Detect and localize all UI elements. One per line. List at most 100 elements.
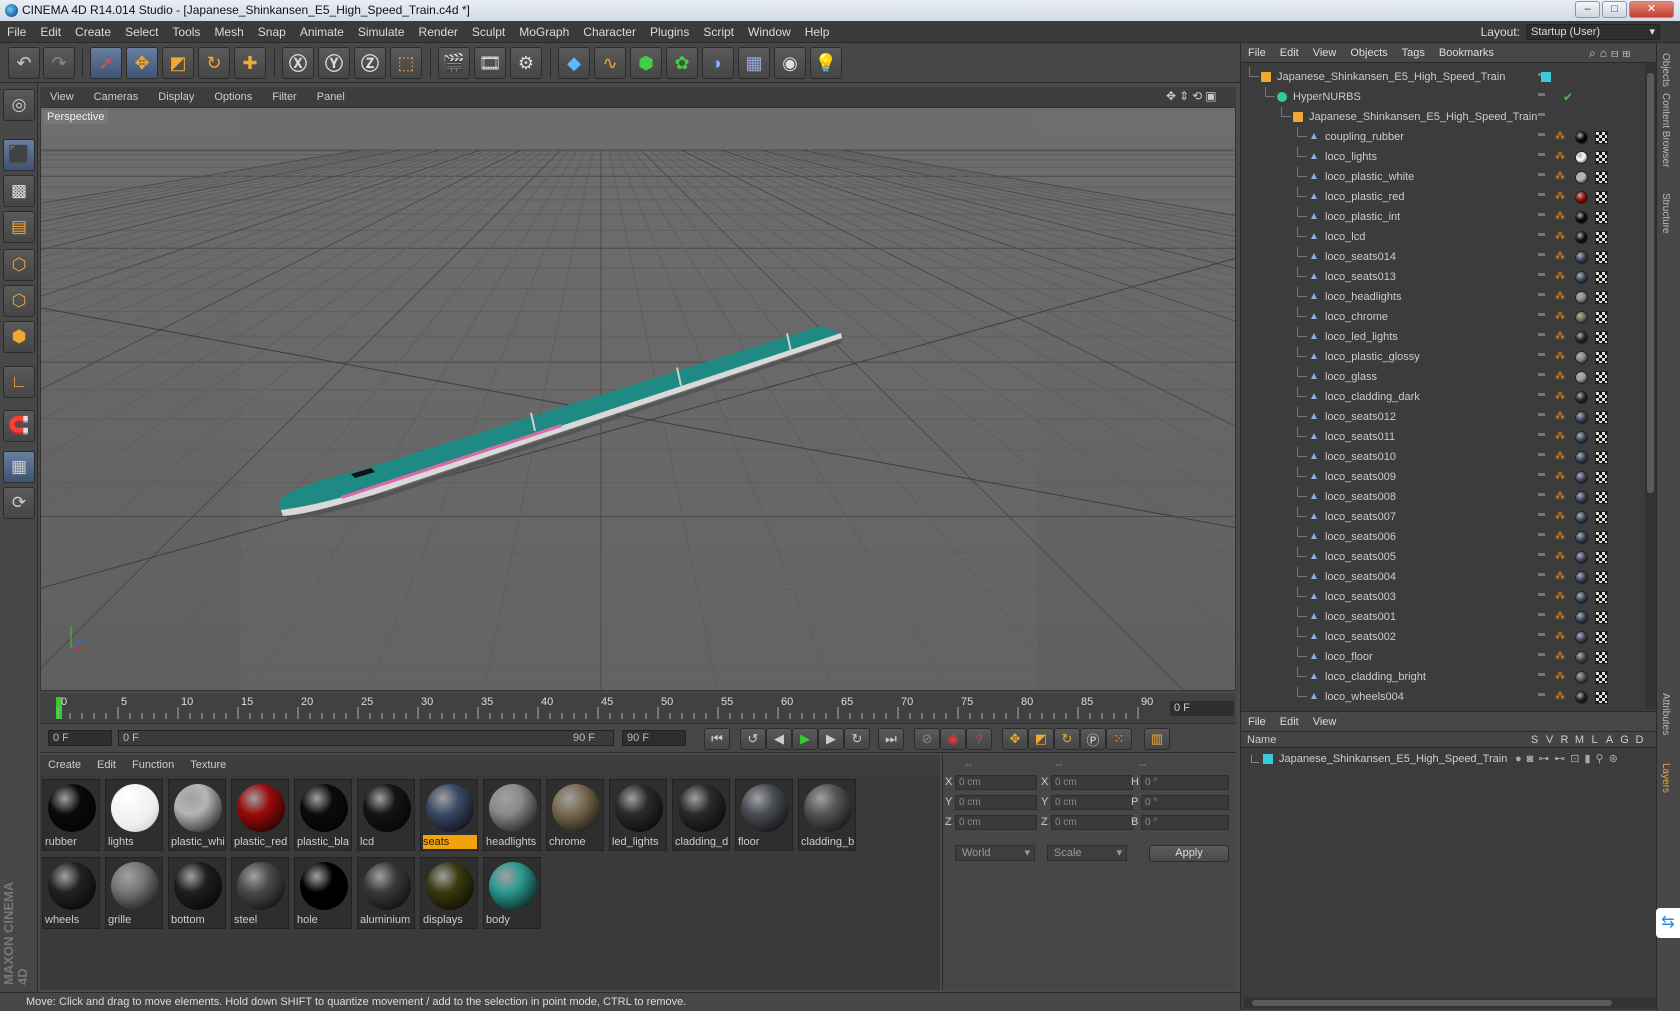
texture-tag-icon[interactable] <box>1595 411 1608 424</box>
snap-button[interactable]: 🧲 <box>3 410 35 442</box>
layer-column-g[interactable]: G <box>1617 732 1632 748</box>
material-tag-icon[interactable] <box>1575 211 1588 224</box>
close-button[interactable]: ✕ <box>1629 1 1674 18</box>
object-row[interactable]: ▲ coupling_rubber ⁂ <box>1241 127 1641 147</box>
material-menu-edit[interactable]: Edit <box>89 755 124 775</box>
texture-tag-icon[interactable] <box>1595 271 1608 284</box>
coord-value-field[interactable]: 0 cm <box>1051 815 1133 830</box>
render-settings-button[interactable]: ⚙ <box>510 47 542 79</box>
layer-color-swatch[interactable] <box>1541 72 1551 82</box>
home-icon[interactable]: ⌂ <box>1600 46 1611 60</box>
object-row[interactable]: ▲ loco_floor ⁂ <box>1241 647 1641 667</box>
layer-menu-view[interactable]: View <box>1306 712 1344 732</box>
phong-tag-icon[interactable]: ⁂ <box>1555 691 1566 702</box>
material-tag-icon[interactable] <box>1575 651 1588 664</box>
move-tool-button[interactable]: ✥ <box>126 47 158 79</box>
coord-value-field[interactable]: 0 cm <box>1051 795 1133 810</box>
material-tag-icon[interactable] <box>1575 531 1588 544</box>
object-row[interactable]: ▲ loco_lcd ⁂ <box>1241 227 1641 247</box>
phong-tag-icon[interactable]: ⁂ <box>1555 551 1566 562</box>
visibility-dots-icon[interactable] <box>1538 153 1544 161</box>
menu-file[interactable]: File <box>0 21 33 43</box>
visibility-dots-icon[interactable] <box>1538 693 1544 701</box>
points-mode-button[interactable]: ⬡ <box>3 249 35 281</box>
texture-tag-icon[interactable] <box>1595 531 1608 544</box>
key-rotation-button[interactable]: ↻ <box>1054 728 1080 750</box>
phong-tag-icon[interactable]: ⁂ <box>1555 631 1566 642</box>
object-row[interactable]: ▲ loco_seats004 ⁂ <box>1241 567 1641 587</box>
key-parameter-button[interactable]: Ⓟ <box>1080 728 1106 750</box>
maximize-button[interactable]: □ <box>1602 1 1627 18</box>
phong-tag-icon[interactable]: ⁂ <box>1555 211 1566 222</box>
play-button[interactable]: ▶ <box>792 728 818 750</box>
phong-tag-icon[interactable]: ⁂ <box>1555 371 1566 382</box>
object-row[interactable]: ▲ loco_seats012 ⁂ <box>1241 407 1641 427</box>
object-row[interactable]: ▲ loco_seats014 ⁂ <box>1241 247 1641 267</box>
texture-tag-icon[interactable] <box>1595 131 1608 144</box>
material-tag-icon[interactable] <box>1575 371 1588 384</box>
material-tag-icon[interactable] <box>1575 351 1588 364</box>
visibility-dots-icon[interactable] <box>1538 653 1544 661</box>
frame-range-slider[interactable]: 0 F 90 F <box>118 730 614 746</box>
material-tag-icon[interactable] <box>1575 671 1588 684</box>
texture-tag-icon[interactable] <box>1595 571 1608 584</box>
layer-column-m[interactable]: M <box>1572 732 1587 748</box>
phong-tag-icon[interactable]: ⁂ <box>1555 151 1566 162</box>
material-menu-create[interactable]: Create <box>40 755 89 775</box>
texture-tag-icon[interactable] <box>1595 391 1608 404</box>
material-tag-icon[interactable] <box>1575 551 1588 564</box>
texture-tag-icon[interactable] <box>1595 671 1608 684</box>
texture-tag-icon[interactable] <box>1595 551 1608 564</box>
object-row[interactable]: ▲ loco_plastic_glossy ⁂ <box>1241 347 1641 367</box>
model-mode-button[interactable]: ⬛ <box>3 139 35 171</box>
phong-tag-icon[interactable]: ⁂ <box>1555 671 1566 682</box>
menu-character[interactable]: Character <box>576 21 643 43</box>
menu-mesh[interactable]: Mesh <box>207 21 250 43</box>
material-plastic-whi[interactable]: plastic_whi <box>168 779 226 851</box>
layer-column-d[interactable]: D <box>1632 732 1647 748</box>
timeline-window-button[interactable]: ▥ <box>1144 728 1170 750</box>
object-row[interactable]: ▲ loco_cladding_bright ⁂ <box>1241 667 1641 687</box>
coordinate-system-button[interactable]: ⬚ <box>390 47 422 79</box>
workplane-lock-button[interactable]: ▦ <box>3 451 35 483</box>
x-axis-button[interactable]: Ⓧ <box>282 47 314 79</box>
enabled-check-icon[interactable]: ✔ <box>1563 87 1573 107</box>
texture-tag-icon[interactable] <box>1595 291 1608 304</box>
axis-mode-button[interactable]: ∟ <box>3 366 35 398</box>
material-menu-texture[interactable]: Texture <box>182 755 234 775</box>
menu-help[interactable]: Help <box>798 21 837 43</box>
visibility-dots-icon[interactable] <box>1538 313 1544 321</box>
texture-tag-icon[interactable] <box>1595 211 1608 224</box>
key-pla-button[interactable]: ⁙ <box>1106 728 1132 750</box>
timeline-ruler[interactable]: 0 5 10 15 20 25 30 35 40 45 50 55 60 65 70 75 80 85 90 0 F <box>40 693 1236 723</box>
viewport-menu-cameras[interactable]: Cameras <box>84 87 149 107</box>
light-button[interactable]: 💡 <box>810 47 842 79</box>
menu-sculpt[interactable]: Sculpt <box>465 21 512 43</box>
material-cladding-d[interactable]: cladding_d <box>672 779 730 851</box>
phong-tag-icon[interactable]: ⁂ <box>1555 411 1566 422</box>
coord-value-field[interactable]: 0 ° <box>1141 795 1229 810</box>
material-steel[interactable]: steel <box>231 857 289 929</box>
material-lights[interactable]: lights <box>105 779 163 851</box>
material-tag-icon[interactable] <box>1575 631 1588 644</box>
visibility-dots-icon[interactable] <box>1538 213 1544 221</box>
phong-tag-icon[interactable]: ⁂ <box>1555 491 1566 502</box>
material-tag-icon[interactable] <box>1575 251 1588 264</box>
texture-tag-icon[interactable] <box>1595 471 1608 484</box>
menu-create[interactable]: Create <box>68 21 118 43</box>
viewport-menu-view[interactable]: View <box>40 87 84 107</box>
coord-value-field[interactable]: 0 ° <box>1141 775 1229 790</box>
coordinate-mode-select[interactable]: World ▾ <box>955 845 1035 861</box>
material-menu-function[interactable]: Function <box>124 755 182 775</box>
perspective-viewport[interactable]: Perspective <box>40 107 1236 691</box>
phong-tag-icon[interactable]: ⁂ <box>1555 131 1566 142</box>
visibility-dots-icon[interactable] <box>1538 553 1544 561</box>
layer-menu-edit[interactable]: Edit <box>1273 712 1306 732</box>
transform-mode-select[interactable]: Scale ▾ <box>1047 845 1127 861</box>
visibility-dots-icon[interactable] <box>1538 473 1544 481</box>
spline-button[interactable]: ∿ <box>594 47 626 79</box>
object-row[interactable]: ▲ loco_plastic_red ⁂ <box>1241 187 1641 207</box>
undo-button[interactable]: ↶ <box>8 47 40 79</box>
material-lcd[interactable]: lcd <box>357 779 415 851</box>
visibility-dots-icon[interactable] <box>1538 253 1544 261</box>
